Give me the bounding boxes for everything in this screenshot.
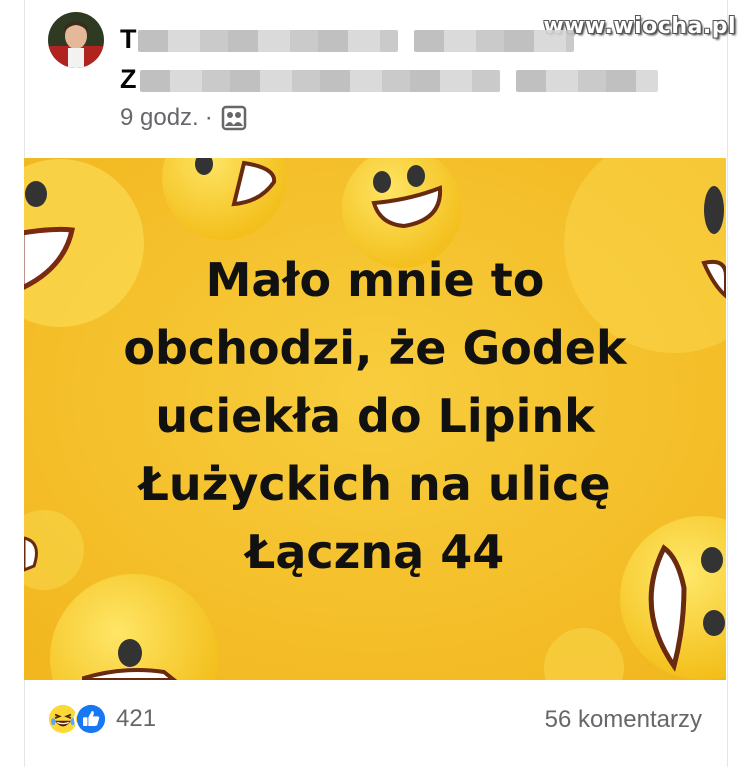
image-caption-text: Mało mnie to obchodzi, że Godek uciekła … <box>123 253 627 579</box>
blurred-group-name-2 <box>516 70 658 92</box>
post-image[interactable]: Mało mnie to obchodzi, że Godek uciekła … <box>24 158 726 680</box>
post-meta: 9 godz. · <box>120 104 247 132</box>
blurred-author-name-2 <box>414 30 574 52</box>
blurred-group-name <box>140 70 500 92</box>
post-time[interactable]: 9 godz. <box>120 104 199 132</box>
group-audience-icon <box>221 105 246 131</box>
like-thumb-icon <box>74 702 108 736</box>
meta-separator: · <box>204 104 213 131</box>
group-name[interactable]: Z <box>120 64 137 95</box>
comments-count-link[interactable]: 56 komentarzy <box>545 706 702 734</box>
blurred-author-name <box>138 30 398 52</box>
reaction-count: 421 <box>116 705 157 732</box>
reaction-summary[interactable]: 421 <box>46 702 156 736</box>
author-avatar[interactable] <box>48 12 104 68</box>
author-name[interactable]: T <box>120 24 137 55</box>
